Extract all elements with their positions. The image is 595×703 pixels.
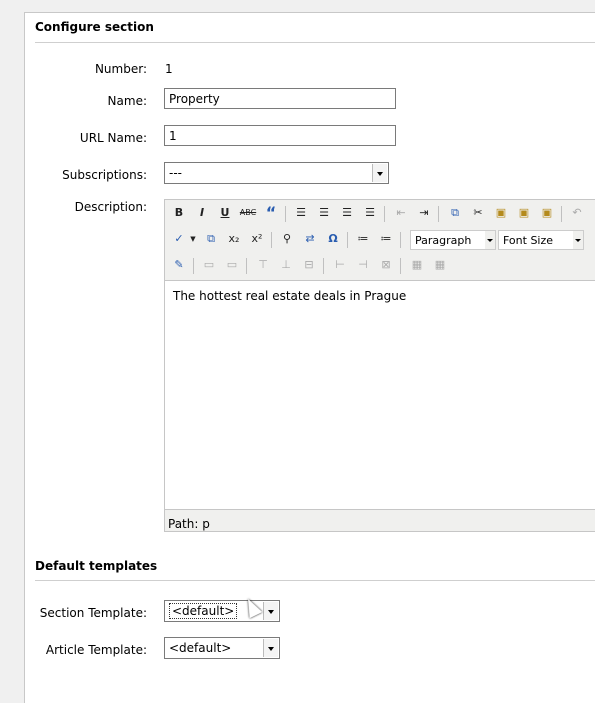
subscriptions-select[interactable]: --- xyxy=(164,162,389,184)
merge-cells-icon[interactable]: ▦ xyxy=(430,255,450,275)
bullet-list-icon[interactable]: ≔ xyxy=(353,229,373,249)
align-center-icon[interactable]: ☰ xyxy=(314,203,334,223)
paste-icon[interactable]: ▣ xyxy=(491,203,511,223)
toolbar-separator xyxy=(384,206,385,222)
align-justify-icon[interactable]: ☰ xyxy=(360,203,380,223)
insert-row-before-icon[interactable]: ⊤ xyxy=(253,255,273,275)
toolbar-separator xyxy=(347,232,348,248)
paragraph-format-value: Paragraph xyxy=(415,234,472,247)
align-left-icon[interactable]: ☰ xyxy=(291,203,311,223)
chevron-down-icon[interactable]: ▼ xyxy=(183,229,203,249)
paste-word-icon[interactable]: ▣ xyxy=(537,203,557,223)
url-name-input[interactable]: 1 xyxy=(164,125,396,146)
toolbar-separator xyxy=(400,258,401,274)
delete-row-icon[interactable]: ⊟ xyxy=(299,255,319,275)
insert-column-before-icon[interactable]: ⊢ xyxy=(330,255,350,275)
toolbar-separator xyxy=(400,232,401,248)
section-divider xyxy=(35,42,595,43)
table-cell-icon[interactable]: ▭ xyxy=(222,255,242,275)
paste-text-icon[interactable]: ▣ xyxy=(514,203,534,223)
indent-icon[interactable]: ⇥ xyxy=(414,203,434,223)
editor-toolbar-row-3: ✎ ▭ ▭ ⊤ ⊥ ⊟ ⊢ ⊣ ⊠ ▦ ▦ xyxy=(167,255,595,277)
replace-icon[interactable]: ⇄ xyxy=(300,229,320,249)
editor-content-area[interactable]: The hottest real estate deals in Prague xyxy=(165,280,595,510)
chevron-down-icon[interactable] xyxy=(263,639,278,657)
name-label: Name: xyxy=(107,94,147,108)
name-input[interactable]: Property xyxy=(164,88,396,109)
underline-button[interactable]: U xyxy=(215,203,235,223)
toolbar-separator xyxy=(561,206,562,222)
toolbar-separator xyxy=(193,258,194,274)
insert-column-after-icon[interactable]: ⊣ xyxy=(353,255,373,275)
insert-row-after-icon[interactable]: ⊥ xyxy=(276,255,296,275)
section-divider xyxy=(35,580,595,581)
section-template-label: Section Template: xyxy=(39,606,147,620)
configure-section-panel: Configure section Number: 1 Name: Proper… xyxy=(24,12,595,703)
section-template-value: <default> xyxy=(169,603,238,619)
description-label: Description: xyxy=(74,200,147,214)
find-icon[interactable]: ⚲ xyxy=(277,229,297,249)
toolbar-separator xyxy=(323,258,324,274)
configure-section-title: Configure section xyxy=(35,20,154,34)
delete-column-icon[interactable]: ⊠ xyxy=(376,255,396,275)
cut-icon[interactable]: ✂ xyxy=(468,203,488,223)
article-template-select[interactable]: <default> xyxy=(164,637,280,659)
default-templates-title: Default templates xyxy=(35,559,158,573)
section-template-select[interactable]: <default> xyxy=(164,600,280,622)
editor-toolbar-row-1: B I U ABC “ ☰ ☰ ☰ ☰ ⇤ ⇥ ⧉ ✂ ▣ ▣ ▣ ↶ xyxy=(167,203,595,225)
toolbar-separator xyxy=(438,206,439,222)
split-cells-icon[interactable]: ▦ xyxy=(407,255,427,275)
table-row-icon[interactable]: ▭ xyxy=(199,255,219,275)
italic-button[interactable]: I xyxy=(192,203,212,223)
bold-button[interactable]: B xyxy=(169,203,189,223)
superscript-icon[interactable]: x² xyxy=(247,229,267,249)
editor-content-text: The hottest real estate deals in Prague xyxy=(173,289,407,303)
subscriptions-select-value: --- xyxy=(169,166,182,180)
subscript-icon[interactable]: x₂ xyxy=(224,229,244,249)
blockquote-button[interactable]: “ xyxy=(261,203,281,223)
article-template-value: <default> xyxy=(169,641,232,655)
chevron-down-icon[interactable] xyxy=(485,231,495,249)
undo-icon[interactable]: ↶ xyxy=(567,203,587,223)
copy-icon[interactable]: ⧉ xyxy=(445,203,465,223)
article-template-label: Article Template: xyxy=(45,643,147,657)
outdent-icon[interactable]: ⇤ xyxy=(391,203,411,223)
toolbar-separator xyxy=(285,206,286,222)
special-character-icon[interactable]: Ω xyxy=(323,229,343,249)
url-name-label: URL Name: xyxy=(79,131,147,145)
insert-link-icon[interactable]: ⧉ xyxy=(201,229,221,249)
edit-css-icon[interactable]: ✎ xyxy=(169,255,189,275)
font-size-select[interactable]: Font Size xyxy=(498,230,584,250)
strikethrough-button[interactable]: ABC xyxy=(238,203,258,223)
toolbar-separator xyxy=(246,258,247,274)
subscriptions-label: Subscriptions: xyxy=(62,168,147,182)
font-size-value: Font Size xyxy=(503,234,554,247)
align-right-icon[interactable]: ☰ xyxy=(337,203,357,223)
editor-path-status: Path: p xyxy=(168,517,210,531)
editor-toolbar-row-2: ✓ ▼ ⧉ x₂ x² ⚲ ⇄ Ω ≔ ≔ Paragraph Font Siz… xyxy=(167,229,595,251)
chevron-down-icon[interactable] xyxy=(372,164,387,182)
paragraph-format-select[interactable]: Paragraph xyxy=(410,230,496,250)
number-value: 1 xyxy=(165,62,173,76)
rich-text-editor[interactable]: B I U ABC “ ☰ ☰ ☰ ☰ ⇤ ⇥ ⧉ ✂ ▣ ▣ ▣ ↶ ✓ ▼ … xyxy=(164,199,595,532)
toolbar-separator xyxy=(271,232,272,248)
chevron-down-icon[interactable] xyxy=(573,231,583,249)
number-label: Number: xyxy=(94,62,147,76)
numbered-list-icon[interactable]: ≔ xyxy=(376,229,396,249)
chevron-down-icon[interactable] xyxy=(263,602,278,620)
